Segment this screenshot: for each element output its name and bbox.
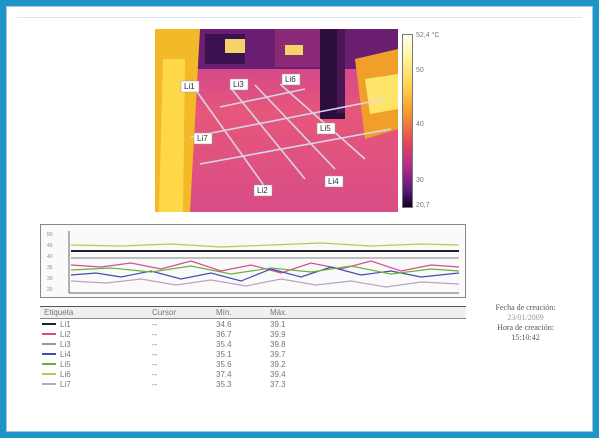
report-frame: Li1 Li3 Li6 Li7 Li5 Li2 Li4 52,4 °C 50 4…	[6, 6, 593, 432]
line-color-swatch	[42, 333, 56, 335]
colorbar-max-label: 52,4 °C	[416, 32, 440, 39]
row-max: 39.9	[270, 330, 286, 339]
row-cursor: --	[152, 320, 158, 329]
row-cursor: --	[152, 380, 158, 389]
table-row[interactable]: Li4 -- 35.1 39.7	[40, 349, 466, 359]
profile-line-li5	[70, 265, 460, 275]
table-header: Etiqueta Cursor Mín. Máx.	[40, 307, 466, 319]
line-tag-li7-text: Li7	[197, 134, 208, 143]
row-min: 35.4	[216, 340, 232, 349]
table-row[interactable]: Li1 -- 34.6 39.1	[40, 319, 466, 329]
row-min: 34.6	[216, 320, 232, 329]
line-color-swatch	[42, 373, 56, 375]
temperature-colorbar	[402, 34, 413, 208]
y-tick-label: 45	[47, 243, 53, 249]
row-max: 39.2	[270, 360, 286, 369]
line-stats-table: Etiqueta Cursor Mín. Máx. Li1 -- 34.6 39…	[40, 306, 466, 389]
line-tag-li4-text: Li4	[328, 177, 339, 186]
table-row[interactable]: Li6 -- 37.4 39.4	[40, 369, 466, 379]
line-profile-chart[interactable]: 50 45 40 35 30 25	[40, 224, 466, 298]
creation-date-value: 23/01/2009	[507, 313, 544, 322]
creation-time-label: Hora de creación:	[497, 323, 554, 332]
colorbar-tick-label: 40	[416, 121, 424, 128]
row-cursor: --	[152, 370, 158, 379]
table-row[interactable]: Li5 -- 35.6 39.2	[40, 359, 466, 369]
divider	[17, 17, 582, 18]
creation-date-label: Fecha de creación:	[495, 303, 556, 312]
row-max: 39.8	[270, 340, 286, 349]
line-tag-li3-text: Li3	[233, 80, 244, 89]
row-min: 35.1	[216, 350, 232, 359]
y-tick-label: 50	[47, 232, 53, 238]
header-max[interactable]: Máx.	[270, 308, 287, 317]
header-cursor[interactable]: Cursor	[152, 308, 176, 317]
thermal-image[interactable]: Li1 Li3 Li6 Li7 Li5 Li2 Li4	[155, 29, 398, 212]
y-tick-label: 30	[47, 276, 53, 282]
line-tag-li2-text: Li2	[257, 186, 268, 195]
row-cursor: --	[152, 340, 158, 349]
y-tick-label: 35	[47, 265, 53, 271]
row-min: 35.3	[216, 380, 232, 389]
y-tick-label: 40	[47, 254, 53, 260]
colorbar-tick-label: 30	[416, 177, 424, 184]
line-profile-plot: 50 45 40 35 30 25	[47, 231, 460, 294]
colorbar-min-label: 20,7	[416, 202, 430, 209]
thermal-image-panel: Li1 Li3 Li6 Li7 Li5 Li2 Li4 52,4 °C 50 4…	[155, 29, 455, 214]
table-row[interactable]: Li2 -- 36.7 39.9	[40, 329, 466, 339]
row-min: 37.4	[216, 370, 232, 379]
line-color-swatch	[42, 343, 56, 345]
line-color-swatch	[42, 323, 56, 325]
colorbar-tick-label: 50	[416, 67, 424, 74]
creation-time-value: 15:10:42	[511, 333, 540, 342]
capture-info: Fecha de creación: 23/01/2009 Hora de cr…	[473, 303, 578, 343]
line-color-swatch	[42, 353, 56, 355]
profile-line-li6	[70, 242, 460, 248]
table-row[interactable]: Li3 -- 35.4 39.8	[40, 339, 466, 349]
row-cursor: --	[152, 330, 158, 339]
line-tag-li1-text: Li1	[184, 82, 195, 91]
row-tag: Li6	[60, 370, 71, 379]
y-tick-label: 25	[47, 287, 53, 293]
row-min: 36.7	[216, 330, 232, 339]
line-color-swatch	[42, 363, 56, 365]
profile-line-li7	[70, 278, 460, 288]
row-cursor: --	[152, 360, 158, 369]
row-tag: Li3	[60, 340, 71, 349]
row-max: 39.7	[270, 350, 286, 359]
row-min: 35.6	[216, 360, 232, 369]
row-tag: Li4	[60, 350, 71, 359]
row-tag: Li2	[60, 330, 71, 339]
row-max: 37.3	[270, 380, 286, 389]
row-max: 39.1	[270, 320, 286, 329]
row-tag: Li5	[60, 360, 71, 369]
row-max: 39.4	[270, 370, 286, 379]
header-min[interactable]: Mín.	[216, 308, 232, 317]
line-tag-li5-text: Li5	[320, 124, 331, 133]
line-tag-li6-text: Li6	[285, 75, 296, 84]
header-tag[interactable]: Etiqueta	[44, 308, 73, 317]
row-cursor: --	[152, 350, 158, 359]
table-row[interactable]: Li7 -- 35.3 37.3	[40, 379, 466, 389]
line-color-swatch	[42, 383, 56, 385]
row-tag: Li1	[60, 320, 71, 329]
row-tag: Li7	[60, 380, 71, 389]
